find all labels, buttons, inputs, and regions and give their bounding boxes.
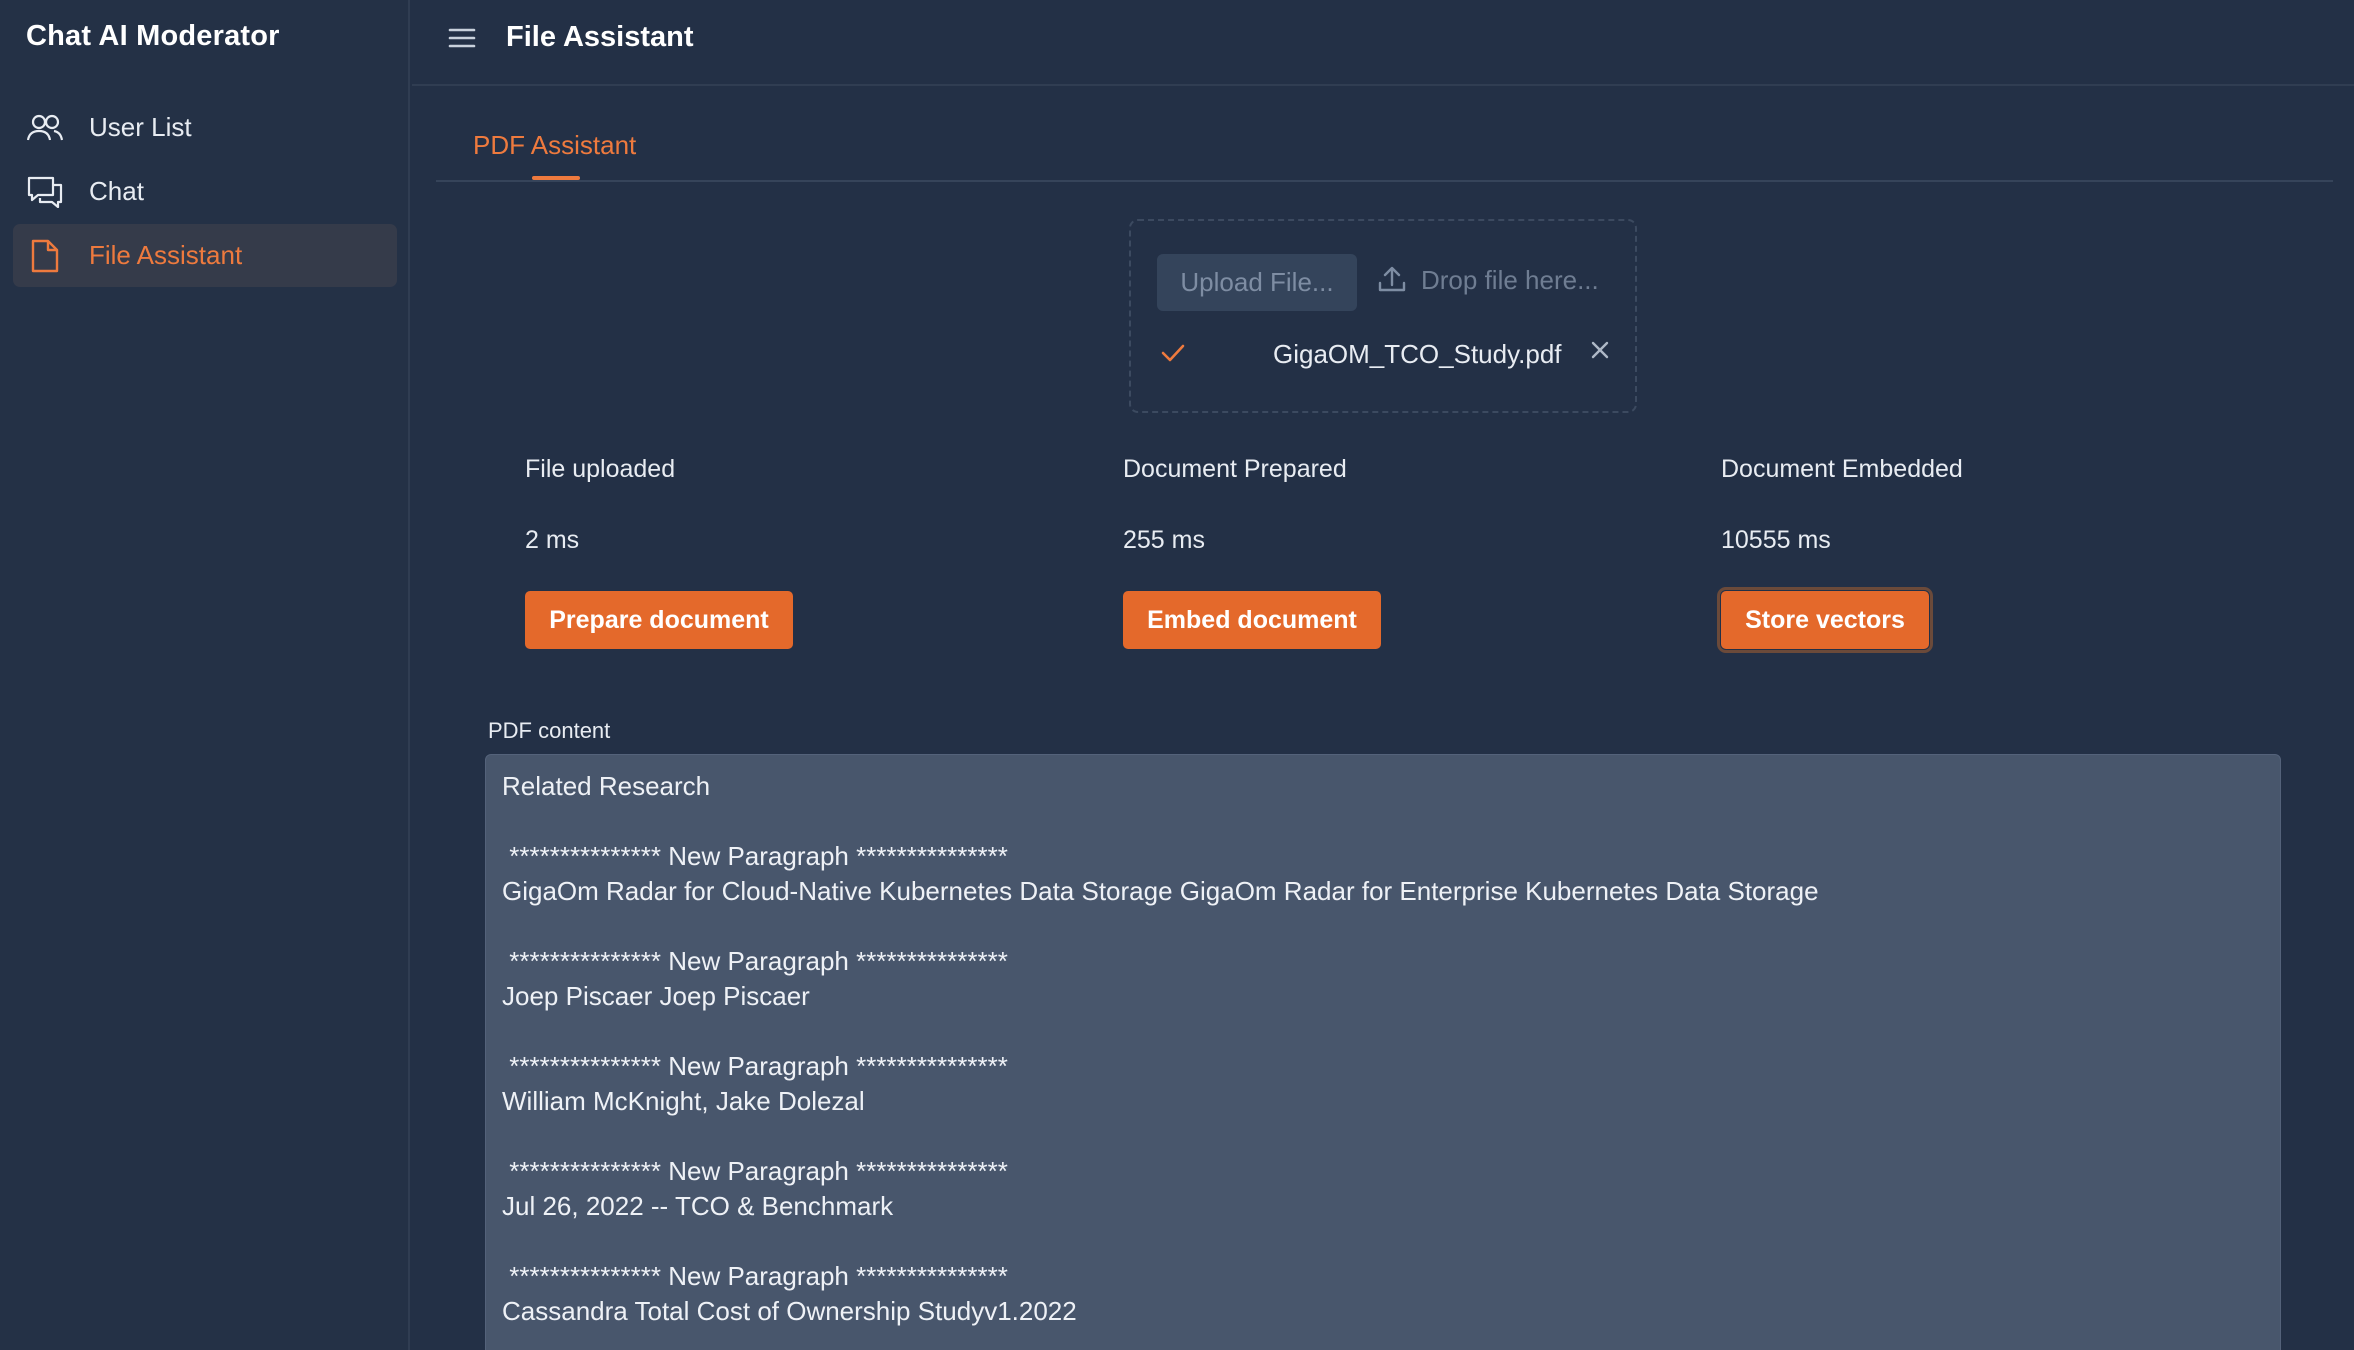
top-header: File Assistant (412, 0, 2354, 86)
upload-dropzone[interactable]: Upload File... Drop file here... GigaOM_… (1129, 219, 1637, 413)
sidebar-item-file-assistant[interactable]: File Assistant (13, 224, 397, 287)
sidebar-item-label: Chat (89, 176, 144, 206)
status-document-prepared: Document Prepared 255 ms Embed document (1123, 455, 1381, 649)
check-icon (1161, 343, 1185, 368)
drop-file-area[interactable]: Drop file here... (1377, 263, 1599, 298)
upload-icon (1377, 263, 1407, 298)
store-vectors-button[interactable]: Store vectors (1717, 587, 1933, 653)
status-value: 2 ms (525, 526, 580, 554)
tab-pdf-assistant[interactable]: PDF Assistant (473, 130, 636, 161)
sidebar-item-user-list[interactable]: User List (13, 96, 397, 159)
pdf-content-text: Related Research *************** New Par… (502, 771, 1819, 1326)
pdf-content-label: PDF content (488, 718, 611, 743)
status-label: Document Prepared (1123, 455, 1347, 483)
status-value: 255 ms (1123, 526, 1205, 554)
tab-bar: PDF Assistant (436, 110, 2333, 182)
pdf-content-textarea[interactable]: Related Research *************** New Par… (485, 754, 2281, 1350)
status-value: 10555 ms (1721, 526, 1831, 554)
users-icon (25, 108, 65, 148)
status-document-embedded: Document Embedded 10555 ms Store vectors (1717, 455, 1963, 653)
page-title: File Assistant (506, 21, 694, 53)
uploaded-file-item: GigaOM_TCO_Study.pdf (1161, 329, 1621, 383)
chat-icon (25, 172, 65, 212)
upload-file-button[interactable]: Upload File... (1157, 254, 1357, 311)
sidebar-item-label: File Assistant (89, 240, 243, 270)
close-icon[interactable] (1589, 339, 1611, 366)
hamburger-icon (448, 27, 476, 54)
tab-active-indicator (532, 176, 580, 180)
app-title: Chat AI Moderator (26, 20, 280, 52)
prepare-document-button[interactable]: Prepare document (525, 591, 793, 649)
status-label: File uploaded (525, 455, 676, 483)
file-icon (25, 236, 65, 276)
menu-toggle-button[interactable] (442, 24, 482, 56)
sidebar-item-label: User List (89, 112, 192, 142)
sidebar: Chat AI Moderator User List Chat File As… (0, 0, 410, 1350)
uploaded-file-name: GigaOM_TCO_Study.pdf (1273, 339, 1562, 369)
drop-file-label: Drop file here... (1421, 265, 1599, 295)
embed-document-button[interactable]: Embed document (1123, 591, 1381, 649)
sidebar-item-chat[interactable]: Chat (13, 160, 397, 223)
status-label: Document Embedded (1721, 455, 1963, 483)
status-file-uploaded: File uploaded 2 ms Prepare document (525, 455, 793, 649)
